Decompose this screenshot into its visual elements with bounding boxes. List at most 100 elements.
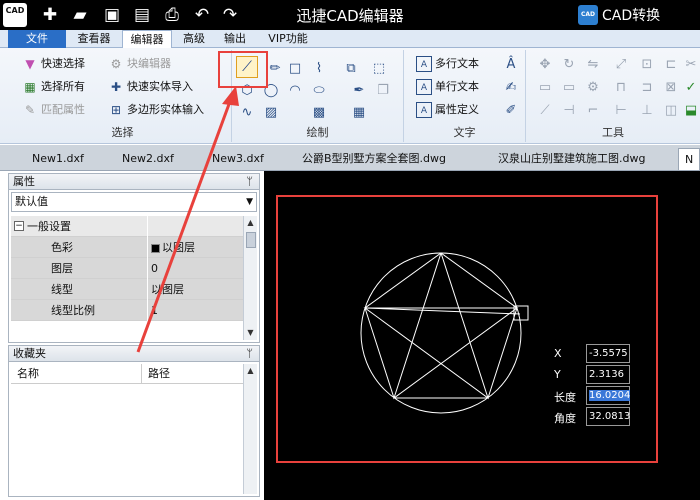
- block-editor-label: 块编辑器: [127, 57, 171, 70]
- image-icon[interactable]: ▩: [310, 104, 328, 122]
- properties-scrollbar[interactable]: ▲ ▼: [243, 216, 257, 340]
- pin-icon[interactable]: ᛘ: [246, 174, 253, 190]
- select-region-icon[interactable]: ⬚: [370, 60, 388, 78]
- measure-icon[interactable]: ⊓: [612, 79, 630, 97]
- rotate-icon[interactable]: ↻: [560, 56, 578, 74]
- properties-panel: 属性 ᛘ 默认值 ▼ − 一般设置 色彩 以图层 图层 0 线型 以图层 线型比…: [8, 173, 260, 343]
- explode-icon[interactable]: ▭: [536, 79, 554, 97]
- polygon-icon: ⊞: [110, 103, 122, 117]
- attribute-define-button[interactable]: A 属性定义: [416, 100, 479, 120]
- spline-icon[interactable]: ∿: [238, 104, 256, 122]
- polygon-entity-input-label: 多边形实体输入: [127, 103, 204, 116]
- x-field[interactable]: -3.5575: [586, 344, 630, 363]
- scroll-up-icon[interactable]: ▲: [244, 216, 257, 230]
- column-name-header[interactable]: 名称: [17, 364, 39, 384]
- prop-key: 线型: [51, 283, 73, 296]
- group-general[interactable]: − 一般设置: [11, 216, 243, 237]
- prop-value: 以图层: [151, 237, 195, 258]
- copy-icon[interactable]: ❐: [374, 82, 392, 100]
- select-all-button[interactable]: ▦ 选择所有: [22, 77, 85, 97]
- column-divider: [147, 300, 148, 321]
- match-properties-button[interactable]: ✎ 匹配属性: [22, 100, 85, 120]
- pencil-icon[interactable]: ✏: [266, 60, 284, 78]
- text-edit-icon[interactable]: ✐: [502, 102, 520, 120]
- tab-advanced[interactable]: 高级: [176, 30, 212, 48]
- arc-icon[interactable]: ◠: [286, 82, 304, 100]
- quick-entity-import-button[interactable]: ✚ 快速实体导入: [108, 77, 193, 97]
- doc-tab[interactable]: 公爵B型别墅方案全套图.dwg: [296, 148, 452, 170]
- column-divider: [147, 258, 148, 279]
- collapse-icon[interactable]: −: [14, 221, 24, 231]
- distance-icon[interactable]: ⊥: [638, 102, 656, 120]
- doc-tab[interactable]: 汉泉山庄别墅建筑施工图.dwg: [492, 148, 651, 170]
- chamfer-icon[interactable]: ⊐: [638, 79, 656, 97]
- scroll-up-icon[interactable]: ▲: [244, 364, 257, 378]
- mtext-label: 多行文本: [435, 57, 479, 70]
- table-icon[interactable]: ▦: [350, 104, 368, 122]
- y-field[interactable]: 2.3136: [586, 365, 630, 384]
- trim-icon[interactable]: ✂: [682, 56, 700, 74]
- single-text-label: 单行文本: [435, 80, 479, 93]
- column-path-header[interactable]: 路径: [141, 364, 170, 384]
- document-tabs: New1.dxf New2.dxf New3.dxf 公爵B型别墅方案全套图.d…: [0, 145, 700, 171]
- move-icon[interactable]: ✥: [536, 56, 554, 74]
- favorites-scrollbar[interactable]: ▲: [243, 364, 257, 494]
- menu-bar: 文件 查看器 编辑器 高级 输出 VIP功能: [0, 30, 700, 48]
- mirror-icon[interactable]: ⇋: [584, 56, 602, 74]
- scroll-down-icon[interactable]: ▼: [244, 326, 257, 340]
- single-text-button[interactable]: A 单行文本: [416, 77, 479, 97]
- quick-entity-import-label: 快速实体导入: [127, 80, 193, 93]
- block-icon: ⚙: [110, 57, 122, 71]
- doc-tab-active[interactable]: N: [678, 148, 700, 170]
- rectangle-icon[interactable]: □: [286, 60, 304, 78]
- select-group-label: 选择: [111, 126, 134, 139]
- pen-icon[interactable]: ✒: [350, 82, 368, 100]
- text-pen-icon[interactable]: ✍: [502, 79, 520, 97]
- extend-icon[interactable]: ⊣: [560, 102, 578, 120]
- green-tool-icon[interactable]: ⬓: [682, 102, 700, 120]
- doc-tab[interactable]: New1.dxf: [26, 148, 90, 170]
- tab-vip[interactable]: VIP功能: [258, 30, 318, 48]
- ellipse-icon[interactable]: ⬭: [310, 82, 328, 100]
- polygon-entity-input-button[interactable]: ⊞ 多边形实体输入: [108, 100, 204, 120]
- scroll-thumb[interactable]: [246, 232, 256, 248]
- ribbon: ▼ 快速选择 ▦ 选择所有 ✎ 匹配属性 ⚙ 块编辑器 ✚ 快速实体导入 ⊞ 多边形实体输入…: [0, 48, 700, 144]
- break-icon[interactable]: ⌐: [584, 102, 602, 120]
- mtext-button[interactable]: A 多行文本: [416, 54, 479, 74]
- stretch-icon[interactable]: ⟋: [536, 102, 554, 120]
- prop-row-linetype[interactable]: 线型 以图层: [11, 279, 243, 300]
- single-text-icon: A: [416, 79, 432, 95]
- prop-row-layer[interactable]: 图层 0: [11, 258, 243, 279]
- hatch-icon[interactable]: ▨: [262, 104, 280, 122]
- cad-convert-link[interactable]: CAD转换: [602, 5, 660, 25]
- tab-file[interactable]: 文件: [8, 30, 66, 48]
- doc-tab[interactable]: New3.dxf: [206, 148, 270, 170]
- array-icon[interactable]: ⊡: [638, 56, 656, 74]
- prop-row-color[interactable]: 色彩 以图层: [11, 237, 243, 258]
- tab-viewer[interactable]: 查看器: [72, 30, 116, 48]
- doc-tab[interactable]: New2.dxf: [116, 148, 180, 170]
- area-icon[interactable]: ◫: [662, 102, 680, 120]
- pin-icon[interactable]: ᛘ: [246, 346, 253, 362]
- check-icon[interactable]: ✓: [682, 79, 700, 97]
- properties-dropdown[interactable]: 默认值 ▼: [11, 192, 257, 212]
- text-style-icon[interactable]: Â: [502, 56, 520, 74]
- join-icon[interactable]: ▭: [560, 79, 578, 97]
- align-icon[interactable]: ⊢: [612, 102, 630, 120]
- polyline-icon[interactable]: ⌇: [310, 60, 328, 78]
- length-field[interactable]: 16.0204: [586, 386, 631, 405]
- select-group: ▼ 快速选择 ▦ 选择所有 ✎ 匹配属性 ⚙ 块编辑器 ✚ 快速实体导入 ⊞ 多边形实体输入…: [14, 50, 232, 142]
- angle-field[interactable]: 32.0813: [586, 407, 630, 426]
- layer-icon[interactable]: ⚙: [584, 79, 602, 97]
- tab-editor[interactable]: 编辑器: [122, 30, 172, 48]
- block-editor-button[interactable]: ⚙ 块编辑器: [108, 54, 171, 74]
- prop-row-linetype-scale[interactable]: 线型比例 1: [11, 300, 243, 321]
- offset-icon[interactable]: ⊏: [662, 56, 680, 74]
- insert-block-icon[interactable]: ⧉: [342, 60, 360, 78]
- quick-select-button[interactable]: ▼ 快速选择: [22, 54, 85, 74]
- y-label: Y: [554, 368, 561, 381]
- cad-convert-icon[interactable]: CAD: [578, 5, 598, 25]
- fillet-icon[interactable]: ⊠: [662, 79, 680, 97]
- tab-output[interactable]: 输出: [218, 30, 252, 48]
- scale-icon[interactable]: ⤢: [612, 56, 630, 74]
